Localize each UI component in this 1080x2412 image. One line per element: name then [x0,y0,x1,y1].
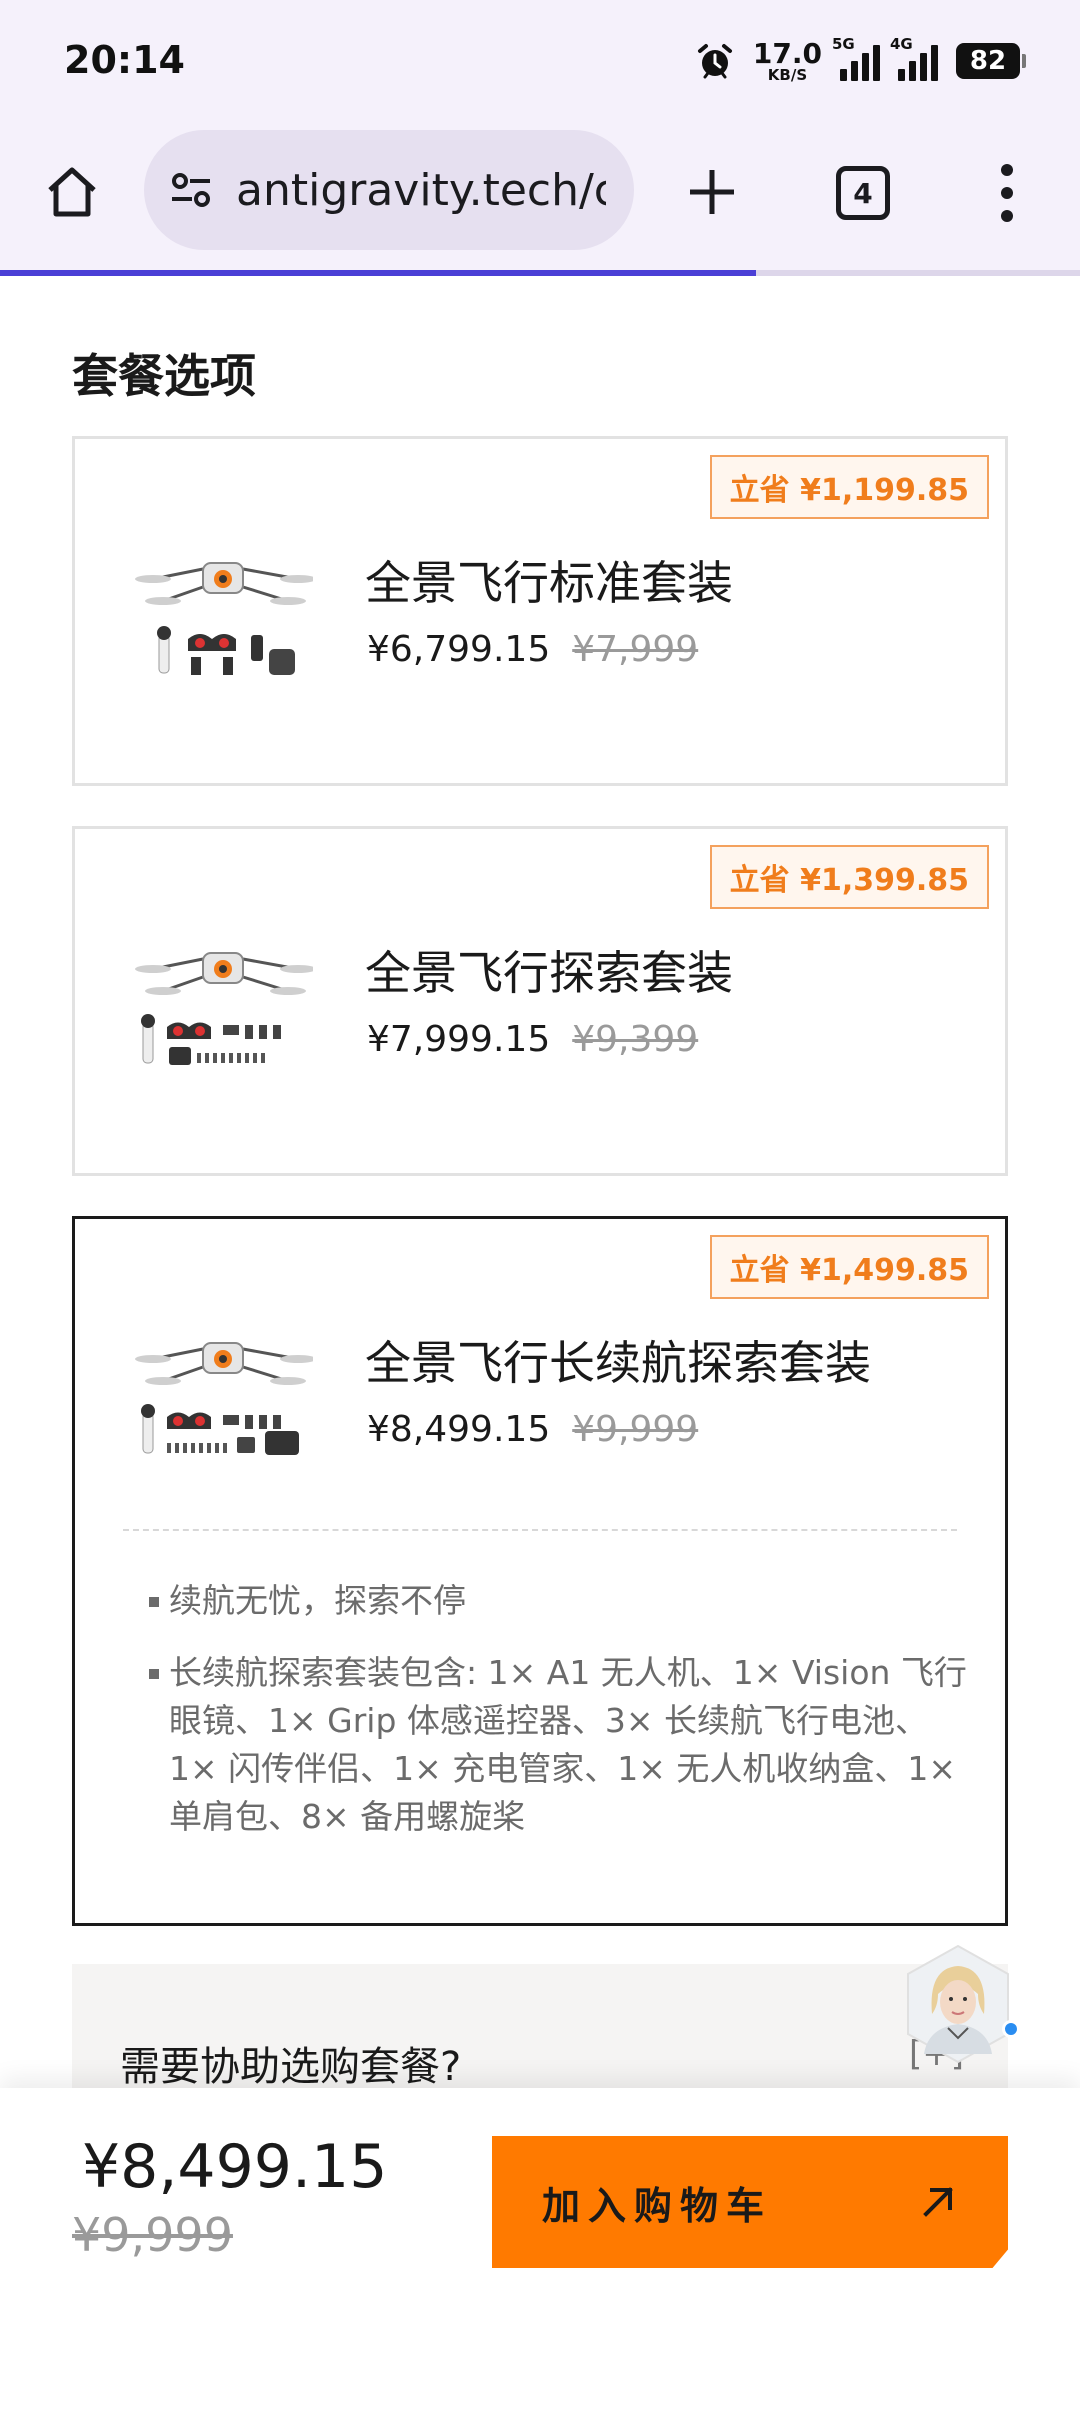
savings-badge: 立省 ¥1,499.85 [709,1235,989,1299]
package-name: 全景飞行长续航探索套装 [365,1336,871,1390]
status-time: 20:14 [64,38,185,82]
package-option-explore[interactable]: 立省 ¥1,399.85 全景飞行探索套装 ¥7,999.15 ¥9,399 [72,826,1008,1176]
product-thumbnail [135,1342,313,1455]
tab-switcher-button[interactable]: 4 [836,166,890,220]
arrow-up-right-icon [923,2187,953,2217]
package-features: 续航无忧，探索不停 长续航探索套装包含: 1× A1 无人机、1× Vision… [149,1577,969,1865]
package-prices: ¥7,999.15 ¥9,399 [367,1019,698,1060]
site-settings-button[interactable] [166,165,216,215]
savings-badge: 立省 ¥1,199.85 [709,455,989,519]
package-help-panel[interactable]: 需要协助选购套餐? [+] [72,1964,1008,2088]
feature-item: 续航无忧，探索不停 [149,1577,969,1625]
url-text[interactable]: antigravity.tech/c [236,165,606,216]
site-settings-icon [172,173,210,207]
checkout-bar: ¥8,499.15 ¥9,999 加入购物车 [0,2088,1080,2412]
plus-icon [690,170,734,214]
dashed-divider [123,1529,957,1531]
package-original-price: ¥9,399 [572,1019,699,1060]
more-vert-icon[interactable] [980,158,1034,228]
new-tab-button[interactable] [680,160,744,224]
status-bar: 20:14 17.0 KB/S 5G 4G 82 [0,0,1080,120]
feature-item: 长续航探索套装包含: 1× A1 无人机、1× Vision 飞行眼镜、1× G… [149,1649,969,1841]
selected-price: ¥8,499.15 [82,2132,388,2202]
product-thumbnail [135,952,313,1065]
package-original-price: ¥9,999 [572,1409,699,1450]
package-option-long-range-explore[interactable]: 立省 ¥1,499.85 全景飞行长续航探索套装 ¥8,499.15 ¥9,99… [72,1216,1008,1926]
product-thumbnail [135,562,313,675]
sim2-network-type: 4G [890,35,913,53]
section-title: 套餐选项 [72,349,256,403]
signal-icon: 5G [832,35,880,81]
package-price: ¥7,999.15 [367,1019,551,1060]
status-icons: 17.0 KB/S 5G 4G 82 [695,35,1026,86]
package-prices: ¥8,499.15 ¥9,999 [367,1409,698,1450]
package-price: ¥6,799.15 [367,629,551,670]
package-price: ¥8,499.15 [367,1409,551,1450]
savings-badge: 立省 ¥1,399.85 [709,845,989,909]
package-option-standard[interactable]: 立省 ¥1,199.85 全景飞行标准套装 ¥6,799.15 ¥7,999 [72,436,1008,786]
battery-icon: 82 [956,43,1026,79]
online-status-dot [1002,2020,1020,2038]
network-speed: 17.0 KB/S [752,36,822,84]
help-text: 需要协助选购套餐? [120,2044,462,2088]
package-prices: ¥6,799.15 ¥7,999 [367,629,698,670]
add-to-cart-label: 加入购物车 [542,2183,773,2228]
tab-count: 4 [853,176,873,210]
sim1-network-type: 5G [832,35,855,53]
alarm-icon [697,44,732,79]
support-agent-avatar[interactable] [904,1944,1012,2064]
address-bar[interactable]: antigravity.tech/c [144,130,634,250]
page-content: 套餐选项 立省 ¥1,199.85 全景飞行标准套装 ¥6,799.15 ¥7,… [0,276,1080,2088]
network-speed-value: 17.0 [752,36,822,70]
package-name: 全景飞行探索套装 [365,946,733,1000]
home-button[interactable] [40,160,104,224]
add-to-cart-button[interactable]: 加入购物车 [492,2136,1008,2268]
home-icon [48,167,96,217]
browser-toolbar: antigravity.tech/c 4 [0,120,1080,276]
package-name: 全景飞行标准套装 [365,556,733,610]
selected-original-price: ¥9,999 [72,2208,233,2262]
network-speed-unit: KB/S [767,65,808,84]
signal-icon: 4G [890,35,938,81]
package-original-price: ¥7,999 [572,629,699,670]
